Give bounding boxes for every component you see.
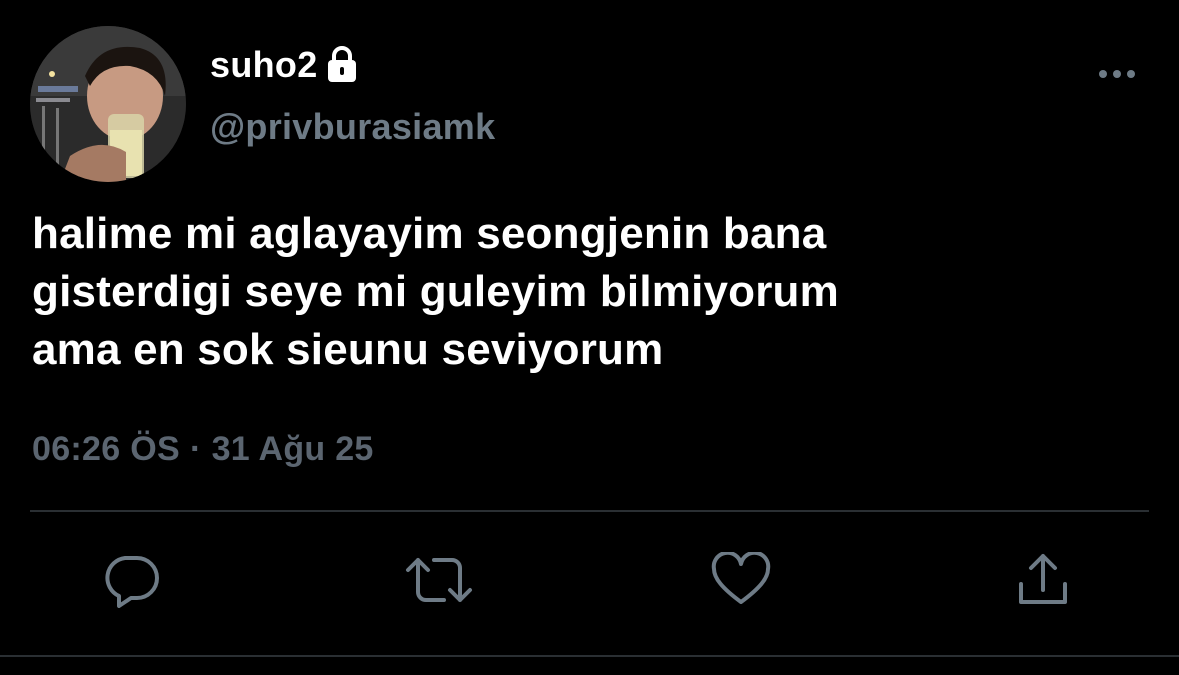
display-name[interactable]: suho2 <box>210 44 318 86</box>
retweet-button[interactable] <box>404 545 474 615</box>
tweet-text-line: halime mi aglayayim seongjenin bana <box>32 209 827 258</box>
tweet-timestamp[interactable]: 06:26 ÖS · 31 Ağu 25 <box>32 430 374 469</box>
user-handle[interactable]: @privburasiamk <box>210 106 495 148</box>
profile-photo <box>30 26 186 182</box>
meta-separator: · <box>189 430 202 468</box>
divider <box>30 510 1149 512</box>
tweet-text-line: gisterdigi seye mi guleyim bilmiyorum <box>32 267 839 316</box>
lock-icon <box>324 45 360 85</box>
retweet-icon <box>406 558 472 602</box>
reply-button[interactable] <box>96 545 166 615</box>
tweet-time: 06:26 ÖS <box>32 430 180 468</box>
more-options-icon[interactable] <box>1096 64 1138 84</box>
heart-icon <box>711 552 771 604</box>
avatar[interactable] <box>30 26 186 182</box>
divider <box>0 655 1179 657</box>
tweet-date: 31 Ağu 25 <box>211 430 374 468</box>
share-button[interactable] <box>1008 545 1078 615</box>
tweet-text-line: ama en sok sieunu seviyorum <box>32 325 664 374</box>
share-icon <box>1019 554 1067 604</box>
like-button[interactable] <box>706 545 776 615</box>
reply-icon <box>105 556 159 608</box>
tweet-text: halime mi aglayayim seongjenin bana gist… <box>32 205 1142 379</box>
display-name-row[interactable]: suho2 <box>210 40 360 90</box>
tweet-card: suho2 @privburasiamk halime mi aglayayim… <box>0 0 1179 675</box>
action-bar <box>0 545 1179 625</box>
